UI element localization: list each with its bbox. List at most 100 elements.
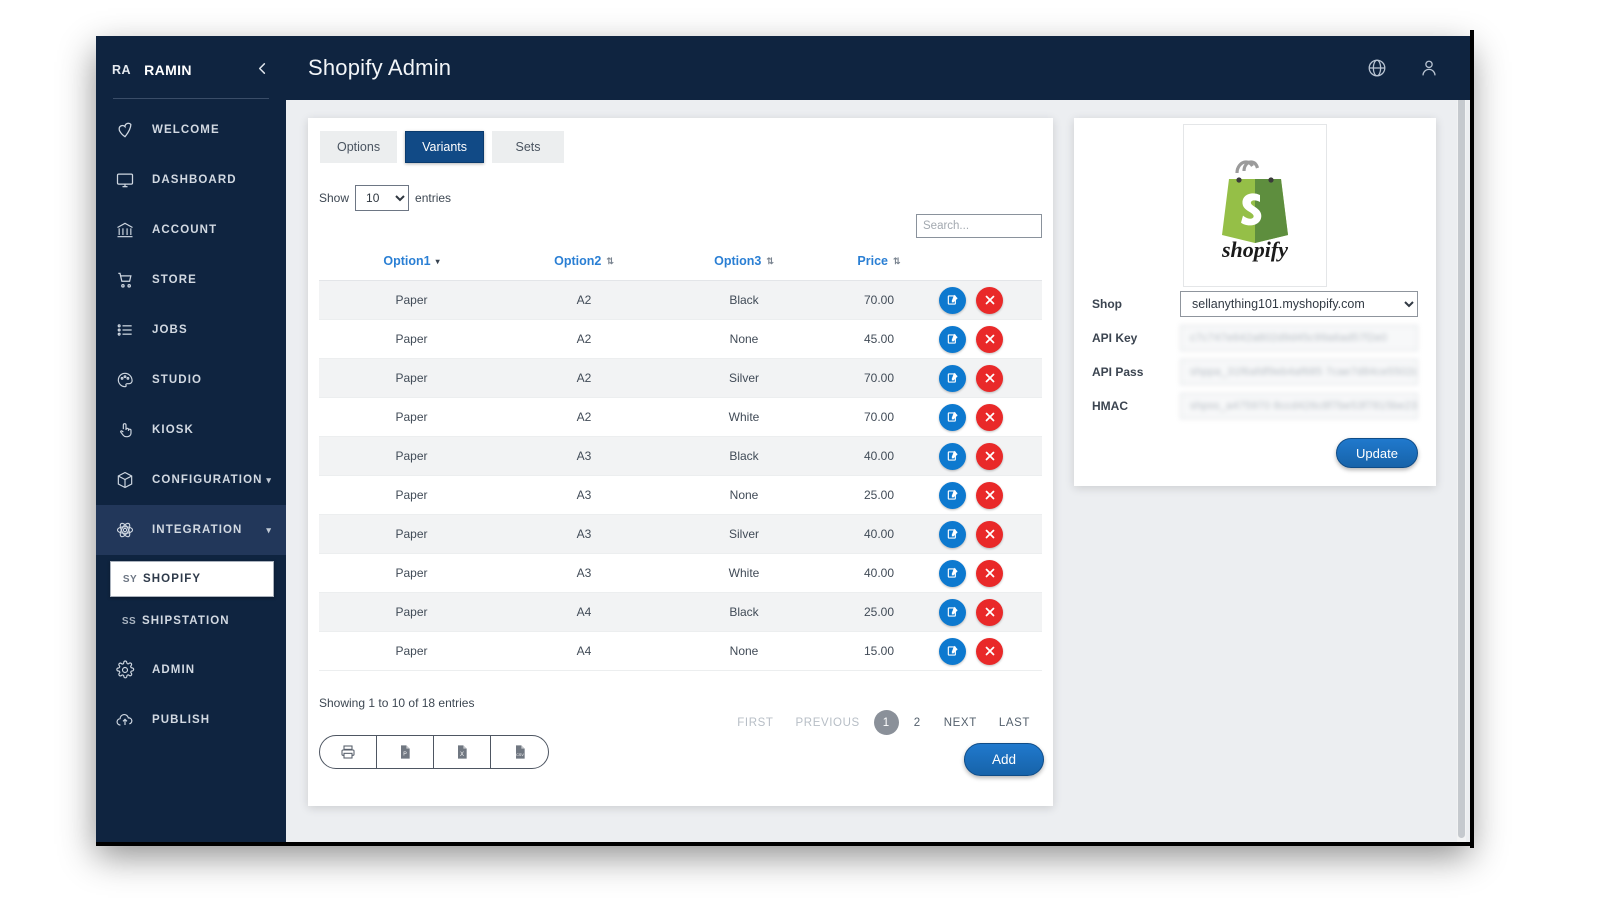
cell-option3: Black [664,280,824,320]
print-button[interactable] [320,736,377,768]
export-button-group: P X CSV [319,735,549,769]
shop-select[interactable]: sellanything101.myshopify.com [1180,291,1418,317]
entries-label: entries [415,191,452,205]
search-input[interactable] [916,214,1042,238]
sidebar-item-dashboard[interactable]: DASHBOARD [96,155,286,205]
sidebar-item-configuration[interactable]: CONFIGURATION ▾ [96,455,286,505]
cell-actions [934,280,1042,320]
delete-row-button[interactable] [976,520,1003,548]
sidebar-item-store[interactable]: STORE [96,255,286,305]
page-length-control: Show 102550100 entries [308,163,1053,211]
delete-row-button[interactable] [976,325,1003,353]
sidebar-item-welcome[interactable]: WELCOME [96,105,286,155]
edit-row-button[interactable] [939,442,966,470]
content-region: Options Variants Sets Show 102550100 ent… [286,100,1470,842]
svg-text:shopify: shopify [1221,237,1288,262]
edit-row-button[interactable] [939,364,966,392]
page-length-select[interactable]: 102550100 [355,185,410,211]
chevron-down-icon: ▾ [266,524,272,535]
sidebar-item-shopify[interactable]: SY SHOPIFY [110,561,274,597]
edit-row-button[interactable] [939,325,966,353]
api-pass-field[interactable]: shppa_31f6afdf9eb4af685 7cae7d84ce5502c [1180,359,1418,385]
cell-price: 70.00 [824,358,934,398]
edit-row-button[interactable] [939,520,966,548]
hmac-field[interactable]: shpss_a475970 8ccd426c8f7be53f7815be238 [1180,393,1418,419]
delete-row-button[interactable] [976,637,1003,665]
delete-row-button[interactable] [976,403,1003,431]
cell-option3: Black [664,436,824,476]
update-button[interactable]: Update [1336,438,1418,468]
window-edge-bottom [96,842,1474,846]
cell-option1: Paper [319,514,504,554]
edit-row-button[interactable] [939,598,966,626]
sidebar-item-account[interactable]: ACCOUNT [96,205,286,255]
delete-row-button[interactable] [976,364,1003,392]
table-row: Paper A4 Black 25.00 [319,592,1042,632]
delete-row-button[interactable] [976,286,1003,314]
vertical-scrollbar-thumb[interactable] [1458,38,1465,838]
cell-price: 25.00 [824,592,934,632]
cell-option2: A2 [504,358,664,398]
field-row-api-pass: API Pass shppa_31f6afdf9eb4af685 7cae7d8… [1092,355,1418,389]
edit-row-button[interactable] [939,559,966,587]
delete-row-button[interactable] [976,598,1003,626]
edit-row-button[interactable] [939,403,966,431]
sidebar-item-label: PUBLISH [152,714,211,726]
cell-option3: Black [664,592,824,632]
cell-option1: Paper [319,592,504,632]
cube-icon [114,469,136,491]
pagination-first[interactable]: FIRST [726,717,784,729]
sidebar-item-label: ADMIN [152,664,196,676]
sidebar-item-jobs[interactable]: JOBS [96,305,286,355]
cell-price: 15.00 [824,631,934,671]
sidebar-item-integration[interactable]: INTEGRATION ▾ [96,505,286,555]
sidebar-item-studio[interactable]: STUDIO [96,355,286,405]
user-icon[interactable] [1416,55,1442,81]
delete-row-button[interactable] [976,442,1003,470]
delete-row-button[interactable] [976,559,1003,587]
tab-options[interactable]: Options [320,131,398,163]
sidebar-item-kiosk[interactable]: KIOSK [96,405,286,455]
pagination-page-2[interactable]: 2 [905,710,930,735]
column-header-option2[interactable]: Option2 ⇅ [504,248,664,281]
api-key-field[interactable]: c7c747e642a802d9d45c99a6ad57f2e0 [1180,325,1418,351]
column-header-option1[interactable]: Option1 ▾ [319,248,504,281]
sidebar-item-admin[interactable]: ADMIN [96,645,286,695]
shop-label: Shop [1092,297,1122,311]
column-header-option3[interactable]: Option3 ⇅ [664,248,824,281]
variants-card: Options Variants Sets Show 102550100 ent… [308,118,1053,806]
column-header-price[interactable]: Price ⇅ [824,248,934,281]
sidebar-item-publish[interactable]: PUBLISH [96,695,286,745]
api-pass-label: API Pass [1092,365,1144,379]
delete-row-button[interactable] [976,481,1003,509]
excel-export-button[interactable]: X [434,736,491,768]
pagination-next[interactable]: NEXT [933,717,988,729]
hand-pointer-icon [114,419,136,441]
add-button[interactable]: Add [964,743,1044,776]
table-row: Paper A4 None 15.00 [319,631,1042,671]
chevron-left-icon[interactable] [255,61,270,79]
pagination-last[interactable]: LAST [988,717,1041,729]
sidebar-item-label: CONFIGURATION [152,474,263,486]
edit-row-button[interactable] [939,286,966,314]
table-head: Option1 ▾ Option2 ⇅ Option3 ⇅ Price ⇅ [319,248,1042,281]
cell-actions [934,358,1042,398]
sort-desc-icon: ▾ [435,257,440,266]
field-row-shop: Shop sellanything101.myshopify.com [1092,287,1418,321]
sidebar: RA RAMIN WELCOME DASHBOARD ACCOUNT STORE… [96,36,286,842]
pagination-previous[interactable]: PREVIOUS [785,717,871,729]
globe-icon[interactable] [1364,55,1390,81]
csv-export-button[interactable]: CSV [491,736,548,768]
tab-sets[interactable]: Sets [492,131,565,163]
window-edge-right [1470,30,1474,848]
pagination-page-1[interactable]: 1 [873,710,899,735]
edit-row-button[interactable] [939,637,966,665]
sort-both-icon: ⇅ [766,256,774,266]
table-row: Paper A2 White 70.00 [319,397,1042,437]
sidebar-item-label: DASHBOARD [152,174,237,186]
pdf-export-button[interactable]: P [377,736,434,768]
sidebar-item-shipstation[interactable]: SS SHIPSTATION [110,603,274,639]
edit-row-button[interactable] [939,481,966,509]
sidebar-item-label: STUDIO [152,374,203,386]
tab-variants[interactable]: Variants [405,131,485,163]
